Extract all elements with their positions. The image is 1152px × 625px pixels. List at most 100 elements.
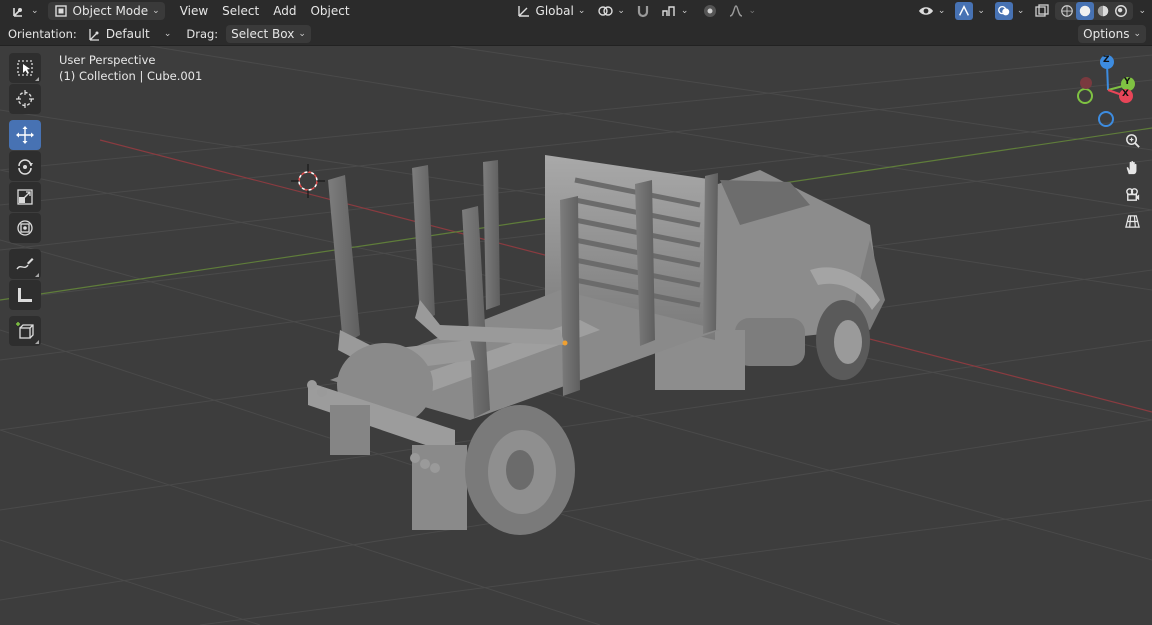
pen-icon (16, 258, 34, 270)
drag-label: Drag: (186, 26, 219, 41)
orientation-label: Orientation: (8, 26, 77, 41)
gizmo-neg-z-handle (1098, 111, 1114, 127)
viewport-info: User Perspective (1) Collection | Cube.0… (59, 52, 202, 84)
proportional-edit-icon (702, 3, 718, 19)
cursor-icon (16, 90, 34, 108)
solid-shading-icon[interactable] (1076, 2, 1095, 20)
eye-icon (918, 3, 934, 19)
menu-view[interactable]: View (173, 4, 215, 18)
gizmo-neg-x-handle (1077, 88, 1093, 104)
ruler-icon (18, 288, 32, 302)
snap-toggle[interactable] (630, 2, 656, 20)
drag-value: Select Box (231, 26, 295, 41)
transform-tool[interactable] (9, 213, 41, 243)
chevron-down-icon: ⌄ (1133, 28, 1141, 39)
chevron-down-icon: ⌄ (937, 6, 946, 16)
add-cube-icon (16, 322, 34, 339)
options-button[interactable]: Options ⌄ (1078, 24, 1146, 43)
zoom-button[interactable] (1120, 128, 1144, 152)
material-preview-icon[interactable] (1094, 2, 1112, 20)
move-icon (16, 126, 34, 144)
xray-icon (1034, 3, 1050, 19)
pivot-point-selector[interactable]: ⌄ (592, 2, 630, 20)
menu-add[interactable]: Add (266, 4, 303, 18)
viewport-header: ⌄ Object Mode ⌄ View Select Add Object G… (0, 0, 1152, 22)
scale-tool[interactable] (9, 182, 41, 212)
pivot-icon (597, 3, 614, 19)
drag-selector[interactable]: Select Box ⌄ (226, 24, 311, 43)
gizmo-toggle[interactable]: ⌄ (950, 2, 990, 20)
overlays-toggle[interactable]: ⌄ (990, 2, 1030, 20)
orientation-axis-icon (86, 26, 102, 42)
chevron-down-icon: ⌄ (1016, 6, 1025, 16)
gizmo-z-label: Z (1103, 55, 1110, 65)
rotate-tool[interactable] (9, 151, 41, 181)
3d-viewport[interactable]: User Perspective (1) Collection | Cube.0… (0, 46, 1152, 625)
scale-icon (17, 189, 33, 205)
chevron-down-icon: ⌄ (31, 6, 39, 16)
xray-toggle[interactable] (1029, 2, 1055, 20)
wireframe-shading-icon[interactable] (1058, 2, 1076, 20)
object-origin (562, 340, 568, 346)
chevron-down-icon: ⌄ (617, 6, 625, 16)
rotate-icon (18, 159, 33, 175)
select-box-tool[interactable] (9, 53, 41, 83)
chevron-down-icon: ⌄ (577, 6, 586, 16)
pan-button[interactable] (1120, 155, 1144, 179)
tool-settings-bar: Orientation: Default ⌄ Drag: Select Box … (0, 22, 1152, 46)
add-cube-tool[interactable] (9, 316, 41, 346)
proportional-editing-toggle[interactable] (697, 2, 723, 20)
orientation-value: Default (105, 26, 150, 41)
mode-selector[interactable]: Object Mode ⌄ (47, 2, 165, 20)
collection-info: (1) Collection | Cube.001 (59, 69, 203, 83)
3d-cursor[interactable] (291, 164, 325, 198)
navigation-buttons (1119, 128, 1145, 236)
chevron-down-icon: ⌄ (680, 6, 689, 16)
snap-target-selector[interactable]: ⌄ (656, 2, 694, 20)
snap-increment-icon (661, 3, 677, 19)
viewport-scene[interactable] (0, 46, 1152, 625)
navigation-gizmo[interactable]: Z Y X (1072, 52, 1152, 128)
shading-options-chevron[interactable]: ⌄ (1138, 6, 1146, 16)
camera-icon (1125, 187, 1139, 201)
gizmo-icon (955, 2, 974, 20)
overlays-icon (994, 2, 1013, 20)
options-label: Options (1083, 26, 1130, 41)
editor-type-button[interactable]: ⌄ (6, 2, 44, 20)
chevron-down-icon: ⌄ (152, 6, 160, 16)
chevron-down-icon: ⌄ (748, 6, 756, 16)
menu-object[interactable]: Object (303, 4, 356, 18)
transform-orientation-label: Global (535, 4, 574, 18)
perspective-toggle-button[interactable] (1120, 209, 1144, 233)
orientation-selector[interactable]: Default ⌄ (83, 25, 175, 43)
chevron-down-icon: ⌄ (298, 28, 306, 39)
orientation-icon (516, 3, 532, 19)
gizmo-x-label: X (1122, 89, 1129, 99)
select-box-icon (17, 60, 33, 76)
zoom-icon (1125, 133, 1140, 148)
chevron-down-icon: ⌄ (977, 6, 985, 16)
logging-truck-model[interactable] (307, 155, 885, 535)
mode-label: Object Mode (72, 4, 149, 18)
camera-view-button[interactable] (1120, 182, 1144, 206)
chevron-down-icon: ⌄ (163, 28, 172, 39)
move-tool[interactable] (9, 120, 41, 150)
measure-tool[interactable] (9, 280, 41, 310)
axes-editor-icon (11, 3, 27, 19)
annotate-tool[interactable] (9, 249, 41, 279)
transform-icon (17, 220, 33, 236)
proportional-falloff-selector[interactable]: ⌄ (723, 2, 761, 20)
view-name: User Perspective (59, 53, 156, 67)
menu-select[interactable]: Select (215, 4, 266, 18)
transform-orientation-selector[interactable]: Global ⌄ (511, 2, 591, 20)
visibility-selector[interactable]: ⌄ (913, 2, 951, 20)
rendered-shading-icon[interactable] (1112, 2, 1130, 20)
gizmo-neg-y-handle (1080, 77, 1092, 89)
hand-icon (1126, 160, 1136, 174)
magnet-icon (635, 3, 651, 19)
tool-shelf (8, 53, 42, 347)
gizmo-y-label: Y (1124, 77, 1131, 87)
cursor-tool[interactable] (9, 84, 41, 114)
object-mode-icon (53, 3, 69, 19)
grid-perspective-icon (1124, 214, 1140, 228)
